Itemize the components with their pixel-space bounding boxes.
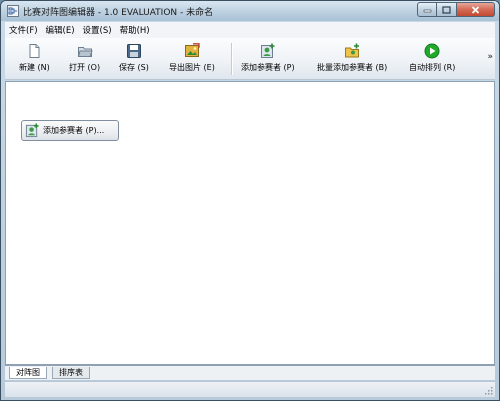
view-tab-bar: 对阵图 排序表 [5, 365, 495, 380]
window-title: 比赛对阵图编辑器 - 1.0 EVALUATION - 未命名 [23, 8, 214, 18]
minimize-icon [423, 9, 431, 13]
batch-add-participants-icon [345, 43, 360, 58]
menu-help[interactable]: 帮助(H) [120, 24, 150, 36]
auto-arrange-button[interactable]: 自动排列 (R) [409, 41, 455, 77]
window-controls [417, 2, 495, 18]
batch-add-label: 批量添加参赛者 (B) [317, 63, 388, 72]
menu-settings[interactable]: 设置(S) [83, 24, 112, 36]
open-button[interactable]: 打开 (O) [69, 41, 100, 77]
canvas-add-participant-label: 添加参赛者 (P)... [43, 126, 105, 135]
save-label: 保存 (S) [119, 63, 149, 72]
close-button[interactable] [457, 2, 495, 17]
menu-edit[interactable]: 编辑(E) [46, 24, 75, 36]
new-document-icon [29, 44, 40, 58]
tab-seeding-table[interactable]: 排序表 [52, 367, 90, 379]
batch-add-participants-button[interactable]: 批量添加参赛者 (B) [317, 41, 387, 77]
menu-file[interactable]: 文件(F) [9, 24, 38, 36]
export-label: 导出图片 (E) [169, 63, 215, 72]
maximize-button[interactable] [437, 2, 457, 17]
bracket-canvas[interactable]: 添加参赛者 (P)... [5, 81, 495, 365]
export-image-icon [184, 43, 200, 57]
title-bar[interactable]: 比赛对阵图编辑器 - 1.0 EVALUATION - 未命名 [1, 1, 499, 21]
maximize-icon [442, 5, 451, 14]
open-folder-icon [77, 47, 93, 57]
add-participant-icon [25, 123, 39, 138]
toolbar-separator [231, 43, 233, 75]
new-button[interactable]: 新建 (N) [19, 41, 50, 77]
tab-bracket[interactable]: 对阵图 [9, 367, 47, 379]
status-bar [5, 381, 495, 397]
add-participant-label: 添加参赛者 (P) [241, 63, 295, 72]
add-participant-icon [260, 43, 275, 58]
add-participant-button[interactable]: 添加参赛者 (P) [241, 41, 295, 77]
menu-bar: 文件(F) 编辑(E) 设置(S) 帮助(H) [5, 22, 495, 38]
save-disk-icon [126, 44, 141, 58]
save-button[interactable]: 保存 (S) [119, 41, 149, 77]
resize-grip-icon[interactable] [483, 385, 493, 395]
play-arrow-icon [424, 43, 440, 59]
toolbar: 新建 (N) 打开 (O) 保存 (S) 导出图片 (E) 添加参赛者 (P) … [5, 38, 495, 80]
export-image-button[interactable]: 导出图片 (E) [169, 41, 215, 77]
toolbar-overflow-chevron-icon[interactable]: » [487, 52, 493, 62]
app-icon [7, 5, 19, 17]
app-window: 比赛对阵图编辑器 - 1.0 EVALUATION - 未命名 文件(F) 编辑… [0, 0, 500, 401]
open-label: 打开 (O) [69, 63, 101, 72]
minimize-button[interactable] [417, 2, 437, 17]
new-label: 新建 (N) [19, 63, 50, 72]
auto-arrange-label: 自动排列 (R) [409, 63, 456, 72]
close-icon [471, 5, 480, 14]
canvas-add-participant-button[interactable]: 添加参赛者 (P)... [21, 120, 119, 141]
